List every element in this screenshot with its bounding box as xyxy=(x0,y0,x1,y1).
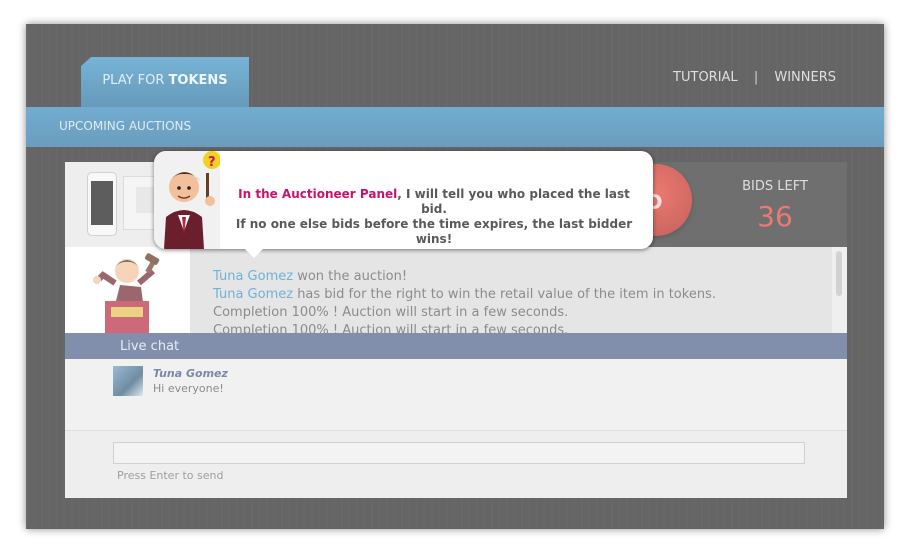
upcoming-auctions-bar: UPCOMING AUCTIONS xyxy=(26,107,884,147)
top-nav: TUTORIAL | WINNERS xyxy=(673,70,836,85)
live-chat-header: Live chat xyxy=(65,333,847,359)
bids-left-count: 36 xyxy=(757,200,793,233)
game-window: PLAY FOR TOKENS TUTORIAL | WINNERS UPCOM… xyxy=(26,24,884,529)
log-user-link[interactable]: Tuna Gomez xyxy=(213,269,293,284)
bids-left-label: BIDS LEFT xyxy=(742,179,808,194)
upcoming-auctions-link[interactable]: UPCOMING AUCTIONS xyxy=(59,119,191,133)
auctioneer-illustration xyxy=(93,253,160,333)
play-tab-bold: TOKENS xyxy=(168,73,228,88)
log-entry: Tuna Gomez won the auction! xyxy=(213,269,408,284)
chat-input-area: Press Enter to send xyxy=(65,430,847,498)
scrollbar-thumb[interactable] xyxy=(836,251,842,296)
log-entry: Tuna Gomez has bid for the right to win … xyxy=(213,287,716,302)
tooltip-line-2: If no one else bids before the time expi… xyxy=(235,217,633,246)
play-for-tokens-tab[interactable]: PLAY FOR TOKENS xyxy=(81,57,249,107)
auction-log: Tuna Gomez won the auction! Tuna Gomez h… xyxy=(190,247,832,333)
auctioneer-panel xyxy=(65,247,190,333)
chat-messages: Tuna Gomez Hi everyone! xyxy=(65,359,847,430)
auctioneer-question-illustration: ? xyxy=(164,151,220,249)
phone-image xyxy=(87,172,117,236)
chat-username[interactable]: Tuna Gomez xyxy=(153,367,228,380)
chat-message-text: Hi everyone! xyxy=(153,382,224,395)
auctioneer-avatar: ? xyxy=(154,151,220,249)
avatar xyxy=(113,366,143,396)
tutorial-tooltip: ? In the Auctioneer Panel, I will tell y… xyxy=(154,151,653,258)
chat-hint: Press Enter to send xyxy=(117,469,224,482)
tooltip-message: In the Auctioneer Panel, I will tell you… xyxy=(235,187,633,246)
question-badge-icon: ? xyxy=(208,155,216,170)
live-chat-title: Live chat xyxy=(120,339,180,354)
tooltip-pointer xyxy=(244,248,264,258)
log-user-link[interactable]: Tuna Gomez xyxy=(213,287,293,302)
nav-separator: | xyxy=(753,70,759,85)
winners-link[interactable]: WINNERS xyxy=(774,70,836,85)
log-entry: Completion 100% ! Auction will start in … xyxy=(213,323,569,333)
log-entry: Completion 100% ! Auction will start in … xyxy=(213,305,569,320)
play-tab-prefix: PLAY FOR xyxy=(102,73,165,88)
log-scrollbar[interactable] xyxy=(832,247,847,333)
tooltip-highlight: In the Auctioneer Panel xyxy=(238,187,398,201)
tutorial-link[interactable]: TUTORIAL xyxy=(673,70,738,85)
chat-input[interactable] xyxy=(113,442,805,464)
